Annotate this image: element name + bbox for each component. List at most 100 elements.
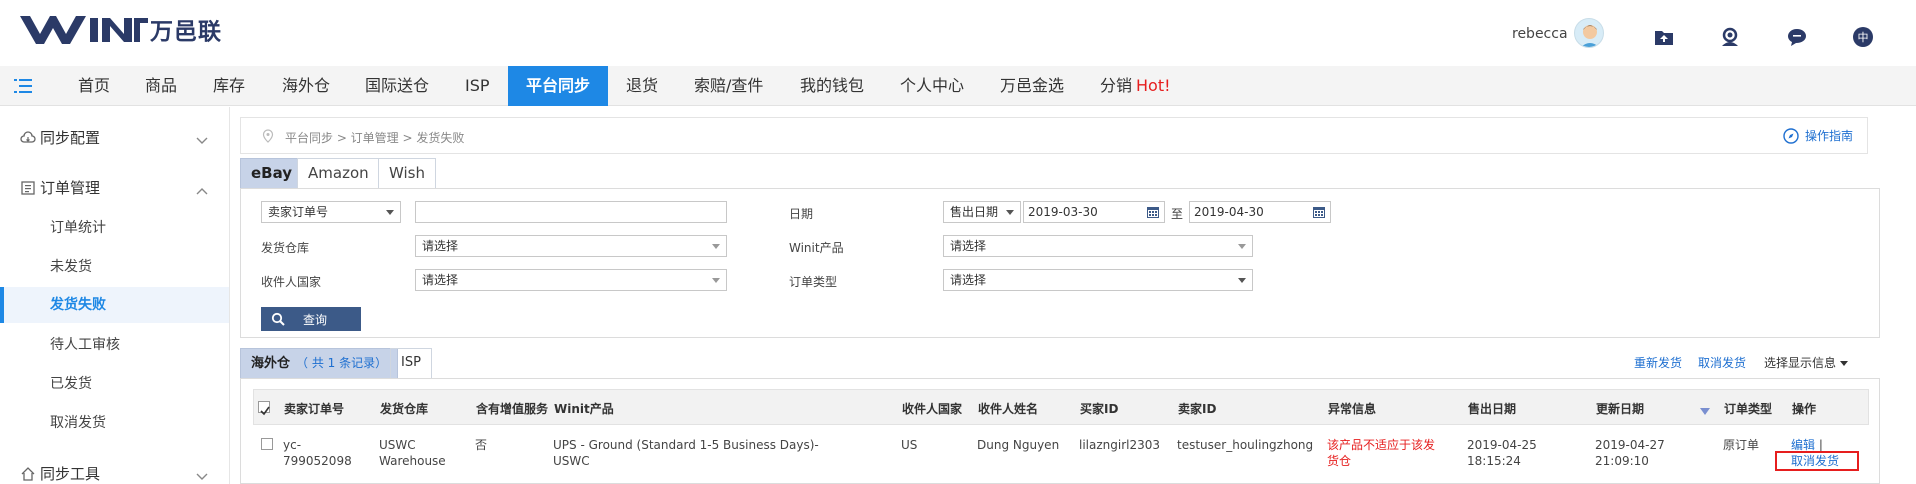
winit-logo-mark-icon <box>20 16 148 44</box>
cell-product-line1: UPS - Ground (Standard 1-5 Business Days… <box>553 438 819 452</box>
nav-claims[interactable]: 索赔/查件 <box>694 66 763 106</box>
date-label: 日期 <box>789 207 814 221</box>
breadcrumb-path: 平台同步 > 订单管理 > 发货失败 <box>285 131 465 145</box>
date-type-select[interactable]: 售出日期 <box>943 201 1021 223</box>
cell-warehouse: USWC Warehouse <box>379 437 446 469</box>
nav-products[interactable]: 商品 <box>145 66 177 106</box>
chevron-down-icon[interactable] <box>196 137 208 145</box>
breadcrumb: 平台同步 > 订单管理 > 发货失败 操作指南 <box>240 117 1868 154</box>
cell-recipient: Dung Nguyen <box>977 438 1060 452</box>
sidebar-item-shipment-failed[interactable]: 发货失败 <box>0 287 229 323</box>
chevron-up-icon[interactable] <box>196 187 208 195</box>
order-field-select[interactable]: 卖家订单号 <box>261 201 401 223</box>
date-type-value: 售出日期 <box>950 205 999 219</box>
country-select-value: 请选择 <box>422 273 459 287</box>
cell-order-no: yc- 799052098 <box>283 437 352 469</box>
tab-isp[interactable]: ISP <box>390 348 432 378</box>
resend-button[interactable]: 重新发货 <box>1634 354 1682 371</box>
chevron-down-icon[interactable] <box>196 473 208 481</box>
caret-down-icon <box>1238 278 1246 283</box>
highlight-annotation <box>1775 451 1859 471</box>
sidebar-item-cancelled[interactable]: 取消发货 <box>0 405 229 441</box>
col-seller-id: 卖家ID <box>1178 402 1217 416</box>
operation-guide-link[interactable]: 操作指南 <box>1783 127 1853 144</box>
product-label: Winit产品 <box>789 241 844 255</box>
search-button[interactable]: 查询 <box>261 307 361 331</box>
warehouse-select[interactable]: 请选择 <box>415 235 727 257</box>
nav-isp[interactable]: ISP <box>465 66 490 106</box>
caret-down-icon <box>712 244 720 249</box>
sidebar-item-shipped[interactable]: 已发货 <box>0 366 229 402</box>
product-select[interactable]: 请选择 <box>943 235 1253 257</box>
filter-panel: 卖家订单号 发货仓库 请选择 收件人国家 请选择 日期 售出日期 2019-03… <box>240 188 1880 338</box>
cell-order-no-line2: 799052098 <box>283 454 352 468</box>
tab-ebay[interactable]: eBay <box>240 158 304 188</box>
date-to-input[interactable]: 2019-04-30 <box>1189 201 1331 223</box>
nav-international-delivery[interactable]: 国际送仓 <box>365 66 429 106</box>
display-info-dropdown[interactable]: 选择显示信息 <box>1764 354 1849 371</box>
nav-personal-center[interactable]: 个人中心 <box>900 66 964 106</box>
nav-inventory[interactable]: 库存 <box>213 66 245 106</box>
order-type-select[interactable]: 请选择 <box>943 269 1253 291</box>
nav-platform-sync[interactable]: 平台同步 <box>508 66 609 106</box>
customer-service-icon[interactable] <box>1719 26 1741 48</box>
nav-distribution-label: 分销 <box>1100 76 1133 95</box>
sidebar: 同步配置 订单管理 订单统计 未发货 发货失败 待人工审核 已发货 取消发货 同… <box>0 107 230 484</box>
sidebar-item-unshipped[interactable]: 未发货 <box>0 249 229 285</box>
winit-logo[interactable]: 万邑联 <box>20 12 222 46</box>
nav-returns[interactable]: 退货 <box>626 66 658 106</box>
operation-guide-label: 操作指南 <box>1804 129 1853 143</box>
cell-product-line2: USWC <box>553 454 590 468</box>
tab-overseas-warehouse[interactable]: 海外仓 （ 共 1 条记录） <box>240 348 399 378</box>
sidebar-group-label: 同步配置 <box>40 129 101 147</box>
date-to-value: 2019-04-30 <box>1194 205 1264 219</box>
cell-buyer-id: lilazngirl2303 <box>1079 438 1161 452</box>
edit-link[interactable]: 编辑 <box>1791 438 1815 452</box>
col-order-type: 订单类型 <box>1724 402 1773 416</box>
select-all-checkbox[interactable] <box>258 401 270 416</box>
sidebar-group-sync-tools[interactable]: 同步工具 <box>20 463 100 484</box>
calendar-icon[interactable] <box>1146 205 1160 219</box>
sidebar-item-order-stats[interactable]: 订单统计 <box>0 210 229 246</box>
country-select[interactable]: 请选择 <box>415 269 727 291</box>
calendar-icon[interactable] <box>1312 205 1326 219</box>
date-from-input[interactable]: 2019-03-30 <box>1023 201 1165 223</box>
product-select-value: 请选择 <box>950 239 987 253</box>
checkmark-icon <box>260 406 270 416</box>
col-product: Winit产品 <box>554 402 614 416</box>
col-seller-order-no: 卖家订单号 <box>284 402 345 416</box>
warehouse-select-value: 请选择 <box>422 239 459 253</box>
caret-down-icon <box>712 278 720 283</box>
caret-down-icon <box>1840 361 1849 366</box>
upload-folder-icon[interactable] <box>1653 26 1675 48</box>
home-tool-icon <box>21 466 35 481</box>
warehouse-label: 发货仓库 <box>261 241 310 255</box>
order-type-select-value: 请选择 <box>950 273 987 287</box>
tab-wish[interactable]: Wish <box>378 158 436 188</box>
row-checkbox[interactable] <box>261 438 273 450</box>
col-sold-date: 售出日期 <box>1468 402 1517 416</box>
sort-desc-icon[interactable] <box>1700 408 1710 415</box>
nav-winit-select[interactable]: 万邑金选 <box>1000 66 1064 106</box>
sidebar-group-sync-config[interactable]: 同步配置 <box>20 127 100 148</box>
nav-overseas-warehouse[interactable]: 海外仓 <box>282 66 330 106</box>
order-field-value: 卖家订单号 <box>268 205 329 219</box>
cancel-shipment-button[interactable]: 取消发货 <box>1698 354 1746 371</box>
order-number-input[interactable] <box>415 201 727 223</box>
sidebar-item-pending-review[interactable]: 待人工审核 <box>0 327 229 363</box>
language-icon[interactable]: 中 <box>1852 26 1874 48</box>
search-button-label: 查询 <box>303 312 328 327</box>
col-update-date[interactable]: 更新日期 <box>1596 400 1644 417</box>
nav-home[interactable]: 首页 <box>78 66 110 106</box>
date-from-value: 2019-03-30 <box>1028 205 1098 219</box>
cell-sold-date-line1: 2019-04-25 <box>1467 438 1537 452</box>
sidebar-group-order-management[interactable]: 订单管理 <box>20 177 100 198</box>
menu-toggle-icon[interactable] <box>14 78 34 94</box>
nav-distribution[interactable]: 分销 Hot! <box>1100 66 1171 106</box>
avatar[interactable] <box>1574 18 1604 48</box>
message-icon[interactable] <box>1786 26 1808 48</box>
sidebar-group-label: 订单管理 <box>40 179 101 197</box>
tab-amazon[interactable]: Amazon <box>297 158 380 188</box>
nav-wallet[interactable]: 我的钱包 <box>800 66 864 106</box>
username[interactable]: rebecca <box>1512 26 1568 42</box>
